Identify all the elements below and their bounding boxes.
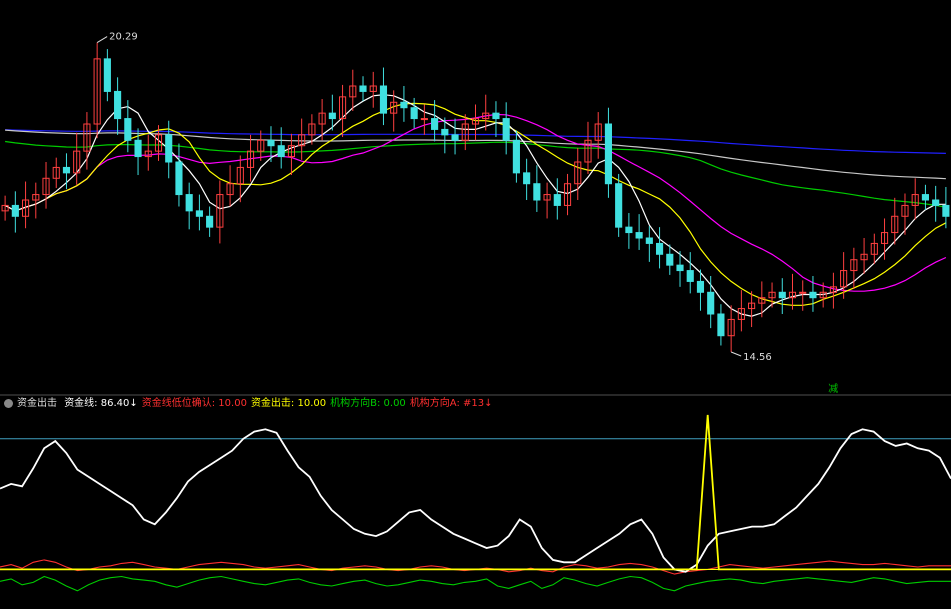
high-pointer [96,36,108,44]
candle [175,161,183,196]
candle [707,291,715,315]
candle [523,172,531,185]
indicator-settings-icon[interactable] [4,398,13,408]
candle [400,101,408,109]
candle [942,204,950,217]
candle [441,128,449,136]
candle [921,194,930,201]
low-pointer [730,351,742,357]
candle [103,58,111,92]
indicator-item-4: 机构方向A: #13↓ [409,398,493,409]
indicator-item-0: 资金线: 86.40↓ [64,398,138,409]
candle [185,194,193,212]
candle [451,134,459,141]
candle [645,237,653,244]
candle [635,232,643,239]
signal-marker: 减 [828,383,838,395]
series-0-line [0,428,951,573]
candle [124,118,132,141]
candle [379,85,388,114]
candle [625,226,633,234]
candle [666,253,674,266]
candle [686,270,694,282]
candle [277,145,285,158]
candle [134,139,142,158]
series-4-line [0,559,951,575]
candle [809,291,817,299]
low-price-label: 14.56 [743,352,772,363]
candle [799,291,807,294]
series-2-line [0,414,951,571]
candle [431,118,439,130]
candle [615,183,623,228]
candle [165,134,173,163]
candle [604,123,613,185]
stock-chart[interactable]: 20.29 14.56 减 [0,0,951,609]
candle [502,118,510,141]
candle [676,264,684,272]
candle [512,139,520,174]
indicator-item-2: 资金出击: 10.00 [250,398,327,409]
candle [359,85,367,92]
candle [717,313,725,337]
candle [778,291,786,299]
candle [553,194,561,206]
indicator-item-1: 资金线低位确认: 10.00 [141,398,247,409]
candle [114,90,122,120]
indicator-item-3: 机构方向B: 0.00 [330,398,406,409]
candle [206,215,214,228]
candle [932,199,940,206]
candle [410,107,418,120]
candle [533,183,541,201]
candle [267,139,275,147]
candle [62,166,71,174]
indicator-name: 资金出击 [17,398,57,409]
candle [492,112,500,120]
candle [328,112,336,120]
high-price-label: 20.29 [109,32,138,43]
price-panel[interactable]: 20.29 14.56 减 [1,32,950,395]
series-3-line [0,575,951,592]
candle [11,204,19,217]
candle [195,210,203,217]
candle [420,118,428,121]
indicator-panel[interactable] [0,414,951,592]
indicator-legend-bar: 资金出击 资金线: 86.40↓ 资金线低位确认: 10.00 资金出击: 10.0… [0,396,951,412]
candle [696,280,705,293]
candle [655,242,664,255]
